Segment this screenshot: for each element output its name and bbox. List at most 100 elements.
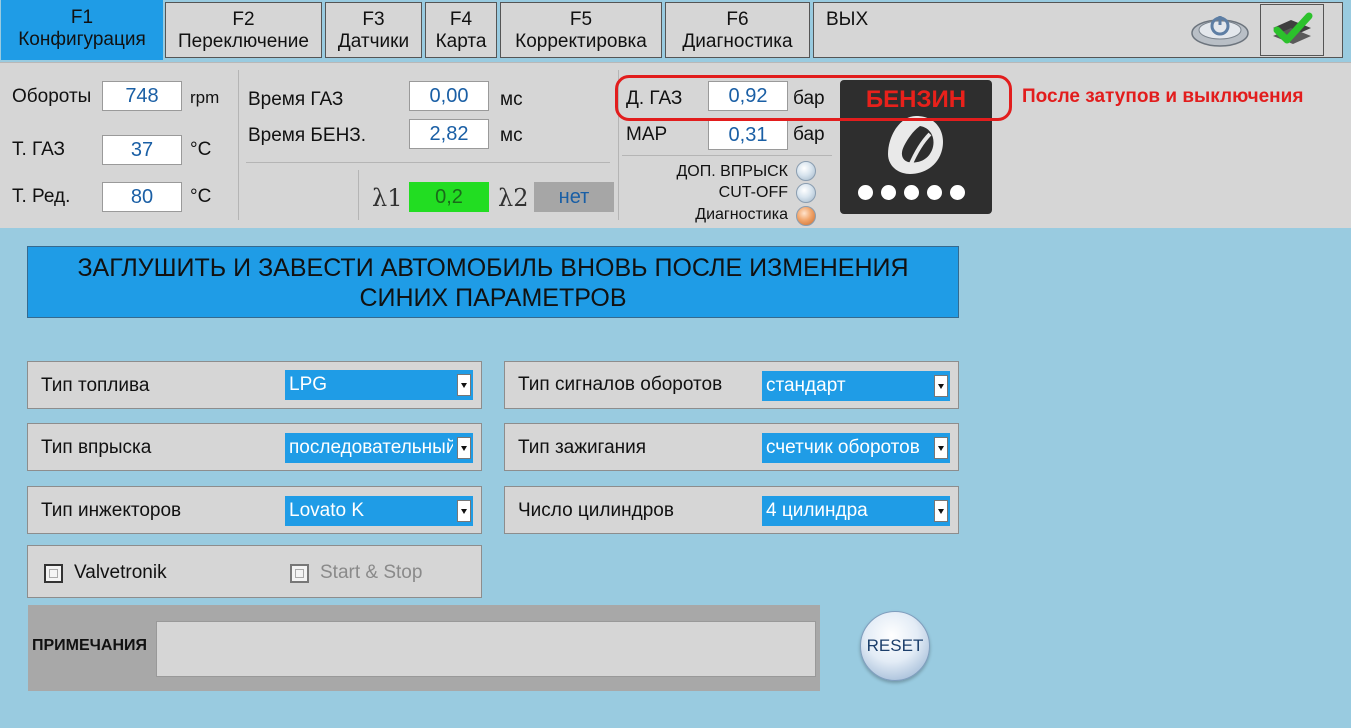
petrol-drop-icon bbox=[888, 116, 943, 174]
reducer-temp-label: Т. Ред. bbox=[12, 186, 71, 207]
notes-label: ПРИМЕЧАНИЯ bbox=[32, 637, 148, 654]
ignition-type-value: счетчик оборотов bbox=[766, 437, 920, 458]
rpm-value: 748 bbox=[102, 81, 182, 111]
fuel-type-value: LPG bbox=[289, 374, 328, 395]
highlight-outline bbox=[615, 75, 1012, 121]
tab-label: Переключение bbox=[178, 31, 309, 52]
ignition-type-label: Тип зажигания bbox=[518, 437, 647, 458]
gas-time-unit: мс bbox=[500, 89, 523, 110]
tab-label: Корректировка bbox=[515, 31, 647, 52]
cylinders-value: 4 цилиндра bbox=[766, 500, 868, 521]
checkmark-icon bbox=[1273, 12, 1313, 44]
tab-key: F4 bbox=[449, 9, 473, 30]
map-label: MAP bbox=[626, 124, 668, 145]
lambda2-value: нет bbox=[534, 182, 614, 212]
tab-key: F1 bbox=[70, 7, 94, 28]
tab-label: Датчики bbox=[337, 31, 410, 52]
tab-label: Карта bbox=[435, 31, 487, 52]
tab-sensors[interactable]: F3 Датчики bbox=[325, 2, 422, 58]
extra-injection-label: ДОП. ВПРЫСК bbox=[676, 163, 788, 180]
valvetronik-checkbox[interactable] bbox=[44, 564, 63, 583]
rpm-label: Обороты bbox=[12, 86, 92, 107]
tab-label: Конфигурация bbox=[18, 29, 146, 50]
rpm-signal-label: Тип сигналов оборотов bbox=[518, 374, 723, 395]
injector-type-select[interactable]: Lovato K bbox=[285, 496, 473, 526]
tab-key: F3 bbox=[362, 9, 385, 30]
cutoff-label: CUT-OFF bbox=[718, 184, 788, 201]
reset-button[interactable]: RESET bbox=[860, 611, 930, 681]
divider bbox=[246, 162, 610, 163]
ignition-type-group: Тип зажигания счетчик оборотов bbox=[504, 423, 959, 471]
cylinders-group: Число цилиндров 4 цилиндра bbox=[504, 486, 959, 534]
cylinders-select[interactable]: 4 цилиндра bbox=[762, 496, 950, 526]
chevron-down-icon[interactable] bbox=[457, 437, 471, 459]
gas-temp-value: 37 bbox=[102, 135, 182, 165]
tab-configuration[interactable]: F1 Конфигурация bbox=[1, 0, 163, 60]
map-unit: бар bbox=[793, 124, 825, 145]
divider bbox=[238, 70, 239, 220]
petrol-time-value: 2,82 bbox=[409, 119, 489, 149]
rpm-signal-value: стандарт bbox=[766, 375, 846, 396]
fuel-dot bbox=[904, 185, 919, 200]
tab-map[interactable]: F4 Карта bbox=[425, 2, 497, 58]
tab-correction[interactable]: F5 Корректировка bbox=[500, 2, 662, 58]
valvetronik-label: Valvetronik bbox=[74, 562, 167, 583]
injection-type-value: последовательный bbox=[289, 437, 453, 458]
ignition-type-select[interactable]: счетчик оборотов bbox=[762, 433, 950, 463]
lambda2-label: λ2 bbox=[498, 184, 529, 212]
fuel-level-dots bbox=[858, 185, 965, 200]
fuel-dot bbox=[927, 185, 942, 200]
diagnostics-label: Диагностика bbox=[695, 206, 788, 223]
rpm-signal-select[interactable]: стандарт bbox=[762, 371, 950, 401]
rpm-unit: rpm bbox=[190, 88, 220, 107]
cutoff-indicator bbox=[796, 183, 816, 203]
injection-type-label: Тип впрыска bbox=[41, 437, 152, 458]
notes-panel: ПРИМЕЧАНИЯ bbox=[28, 605, 820, 691]
injection-type-group: Тип впрыска последовательный bbox=[27, 423, 482, 471]
start-stop-label: Start & Stop bbox=[320, 562, 423, 583]
chevron-down-icon[interactable] bbox=[457, 374, 471, 396]
petrol-time-label: Время БЕНЗ. bbox=[248, 125, 367, 146]
chevron-down-icon[interactable] bbox=[457, 500, 471, 522]
apply-button[interactable] bbox=[1260, 4, 1324, 56]
tab-diagnostics[interactable]: F6 Диагностика bbox=[665, 2, 810, 58]
injector-type-value: Lovato K bbox=[289, 500, 364, 521]
reducer-temp-value: 80 bbox=[102, 182, 182, 212]
injector-type-label: Тип инжекторов bbox=[41, 500, 182, 521]
notes-field[interactable] bbox=[156, 621, 816, 677]
tab-key: F5 bbox=[569, 9, 593, 30]
tab-key: F6 bbox=[726, 9, 749, 30]
fuel-dot bbox=[858, 185, 873, 200]
tab-bar: F1 Конфигурация F2 Переключение F3 Датчи… bbox=[0, 0, 1351, 62]
gas-temp-label: Т. ГАЗ bbox=[12, 139, 66, 160]
fuel-type-select[interactable]: LPG bbox=[285, 370, 473, 400]
fuel-type-group: Тип топлива LPG bbox=[27, 361, 482, 409]
reducer-temp-unit: °C bbox=[190, 186, 212, 207]
options-group: Valvetronik Start & Stop bbox=[27, 545, 482, 598]
warning-banner: ЗАГЛУШИТЬ И ЗАВЕСТИ АВТОМОБИЛЬ ВНОВЬ ПОС… bbox=[27, 246, 959, 318]
cylinders-label: Число цилиндров bbox=[518, 500, 674, 521]
chevron-down-icon[interactable] bbox=[934, 500, 948, 522]
fuel-dot bbox=[950, 185, 965, 200]
rpm-signal-group: Тип сигналов оборотов стандарт bbox=[504, 361, 959, 409]
extra-injection-indicator bbox=[796, 161, 816, 181]
gas-temp-unit: °C bbox=[190, 139, 212, 160]
chevron-down-icon[interactable] bbox=[934, 437, 948, 459]
divider bbox=[622, 155, 832, 156]
banner-line-2: СИНИХ ПАРАМЕТРОВ bbox=[359, 284, 627, 312]
gas-time-label: Время ГАЗ bbox=[248, 89, 344, 110]
tab-switching[interactable]: F2 Переключение bbox=[165, 2, 322, 58]
divider bbox=[358, 170, 359, 220]
chevron-down-icon[interactable] bbox=[934, 375, 948, 397]
connection-icon bbox=[1191, 16, 1249, 47]
injection-type-select[interactable]: последовательный bbox=[285, 433, 473, 463]
fuel-type-label: Тип топлива bbox=[41, 375, 150, 396]
start-stop-checkbox[interactable] bbox=[290, 564, 309, 583]
gas-time-value: 0,00 bbox=[409, 81, 489, 111]
lambda1-value: 0,2 bbox=[409, 182, 489, 212]
diagnostics-indicator bbox=[796, 206, 816, 226]
tab-label: Диагностика bbox=[682, 31, 793, 52]
connection-button[interactable] bbox=[1189, 6, 1251, 52]
petrol-time-unit: мс bbox=[500, 125, 523, 146]
tab-key: F2 bbox=[232, 9, 255, 30]
